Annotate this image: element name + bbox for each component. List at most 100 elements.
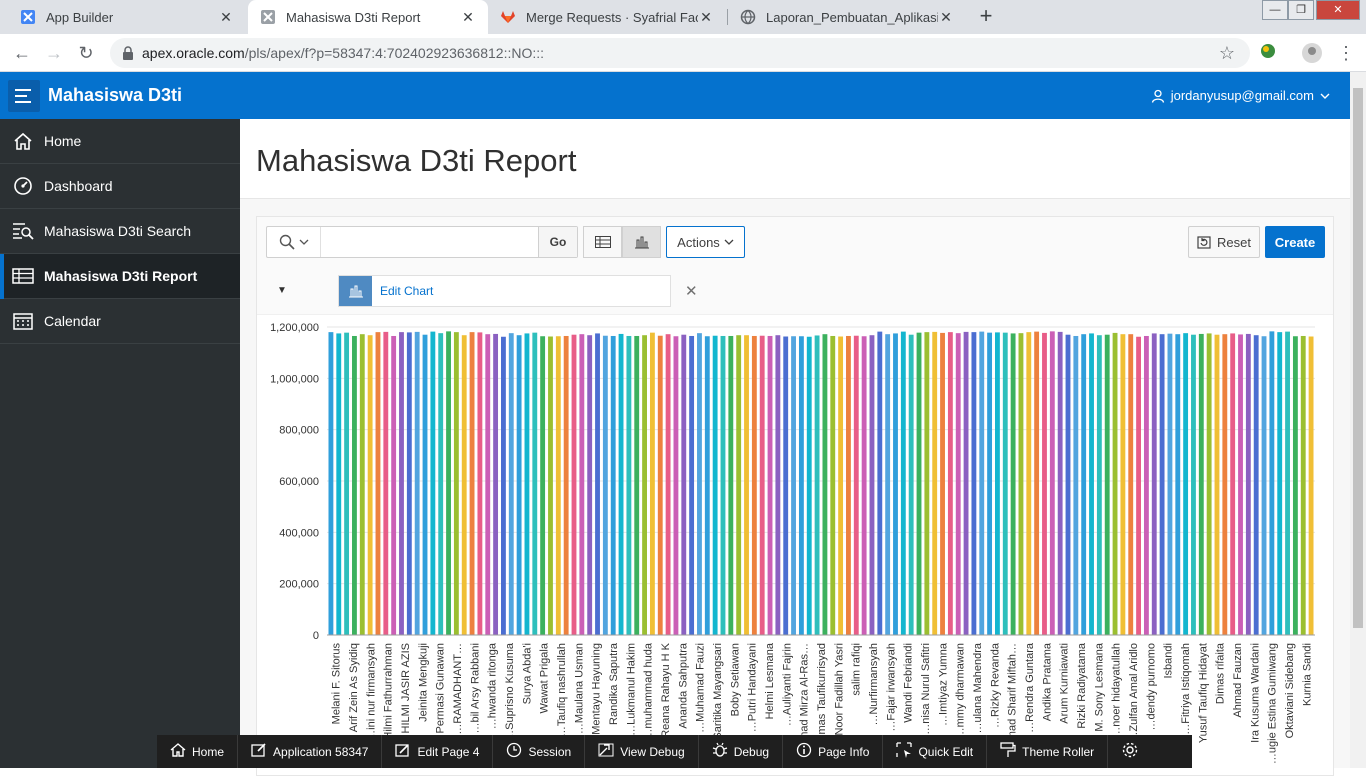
chart-bar[interactable] [1253,335,1259,635]
dev-settings-button[interactable] [1108,735,1152,768]
chart-bar[interactable] [1175,334,1181,635]
collapse-triangle-icon[interactable]: ▼ [277,285,287,296]
chart-bar[interactable] [461,335,467,635]
chart-bar[interactable] [1222,334,1228,635]
chart-bar[interactable] [1065,334,1071,635]
chart-bar[interactable] [414,331,420,635]
chart-bar[interactable] [736,335,742,635]
browser-menu-icon[interactable]: ⋮ [1334,42,1358,64]
chart-bar[interactable] [352,335,357,635]
dev-application-button[interactable]: Application 58347 [238,735,383,768]
chart-bar[interactable] [1167,333,1173,635]
chart-bar[interactable] [1277,332,1283,635]
back-arrow-icon[interactable]: ← [10,42,34,64]
chart-bar[interactable] [610,335,616,635]
chart-bar[interactable] [775,335,781,635]
chart-bar[interactable] [1238,334,1243,635]
sidebar-item-home[interactable]: Home [0,119,240,164]
chart-bar[interactable] [587,335,593,635]
chart-bar[interactable] [524,333,530,635]
browser-tab-merge-requests[interactable]: Merge Requests · Syafrial Fachri R ✕ [488,0,726,34]
reset-button[interactable]: Reset [1188,226,1260,258]
chart-bar[interactable] [822,334,828,635]
chart-bar[interactable] [430,331,436,635]
chart-bar[interactable] [877,331,883,635]
chart-bar[interactable] [1081,334,1087,635]
chart-bar[interactable] [1183,333,1189,635]
sidebar-item-dashboard[interactable]: Dashboard [0,164,240,209]
remove-chart-close-icon[interactable]: ✕ [685,282,698,300]
chart-bar[interactable] [1285,331,1290,635]
chart-bar[interactable] [367,335,373,635]
chart-bar[interactable] [1002,332,1008,635]
chart-bar[interactable] [555,336,561,635]
chart-bar[interactable] [924,332,930,635]
chart-bar[interactable] [1269,331,1275,635]
extension-icon[interactable] [1256,42,1280,64]
chart-bar[interactable] [987,332,993,635]
chart-bar[interactable] [1206,333,1212,635]
chart-bar[interactable] [344,332,350,635]
chart-bar[interactable] [1096,335,1102,635]
chart-bar[interactable] [893,333,898,635]
dev-session-button[interactable]: Session [493,735,586,768]
chart-bar[interactable] [485,334,491,635]
chart-bar[interactable] [618,333,624,635]
chart-bar[interactable] [1261,336,1267,635]
chart-bar[interactable] [579,334,585,635]
chart-bar[interactable] [438,333,444,635]
chart-bar[interactable] [548,336,553,636]
chart-bar[interactable] [626,335,632,635]
chart-bar[interactable] [885,334,891,635]
reload-icon[interactable]: ↻ [74,42,98,64]
browser-tab-laporan[interactable]: Laporan_Pembuatan_Aplikasi_D_ ✕ [728,0,966,34]
minimize-button[interactable]: — [1262,0,1288,20]
dev-view-debug-button[interactable]: View Debug [585,735,699,768]
close-icon[interactable]: ✕ [460,9,476,26]
view-chart-button[interactable] [622,226,661,258]
chart-bar[interactable] [359,334,365,635]
sidebar-item-report[interactable]: Mahasiswa D3ti Report [0,254,240,299]
chart-bar[interactable] [501,336,506,635]
chart-bar[interactable] [1089,333,1094,635]
app-title[interactable]: Mahasiswa D3ti [48,85,182,106]
chart-bar[interactable] [422,334,428,635]
close-icon[interactable]: ✕ [218,9,234,26]
view-report-button[interactable] [583,226,622,258]
browser-tab-report[interactable]: Mahasiswa D3ti Report ✕ [248,0,488,34]
chart-bar[interactable] [406,332,412,635]
chart-bar[interactable] [383,331,389,635]
navigation-menu-toggle-icon[interactable] [8,80,40,112]
maximize-button[interactable]: ❐ [1288,0,1314,20]
chart-bar[interactable] [665,334,671,635]
chart-bar[interactable] [712,335,718,635]
chart-bar[interactable] [1159,334,1165,635]
chart-bar[interactable] [1292,336,1298,635]
chart-bar[interactable] [453,332,459,635]
chart-bar[interactable] [697,333,702,635]
search-column-selector[interactable] [267,227,321,257]
chart-bar[interactable] [642,335,647,635]
sidebar-item-search[interactable]: Mahasiswa D3ti Search [0,209,240,254]
chart-bar[interactable] [634,335,640,635]
chart-bar[interactable] [1308,336,1314,636]
chart-bar[interactable] [649,332,655,635]
chart-bar[interactable] [1034,331,1040,635]
chart-bar[interactable] [1018,333,1024,635]
chart-bar[interactable] [673,336,679,635]
chart-bar[interactable] [791,336,796,635]
create-button[interactable]: Create [1265,226,1325,258]
chart-bar[interactable] [1230,333,1236,635]
chart-bar[interactable] [838,336,844,636]
dev-page-info-button[interactable]: Page Info [783,735,884,768]
dev-quick-edit-button[interactable]: Quick Edit [883,735,988,768]
chart-bar[interactable] [932,331,938,635]
chart-bar[interactable] [516,335,522,635]
chart-bar[interactable] [1143,335,1149,635]
edit-chart-control[interactable]: Edit Chart [338,275,671,307]
chart-bar[interactable] [602,335,608,635]
chart-bar[interactable] [995,332,1000,635]
chart-bar[interactable] [1026,332,1032,635]
chart-bar[interactable] [532,332,538,635]
chart-bar[interactable] [1198,333,1204,635]
